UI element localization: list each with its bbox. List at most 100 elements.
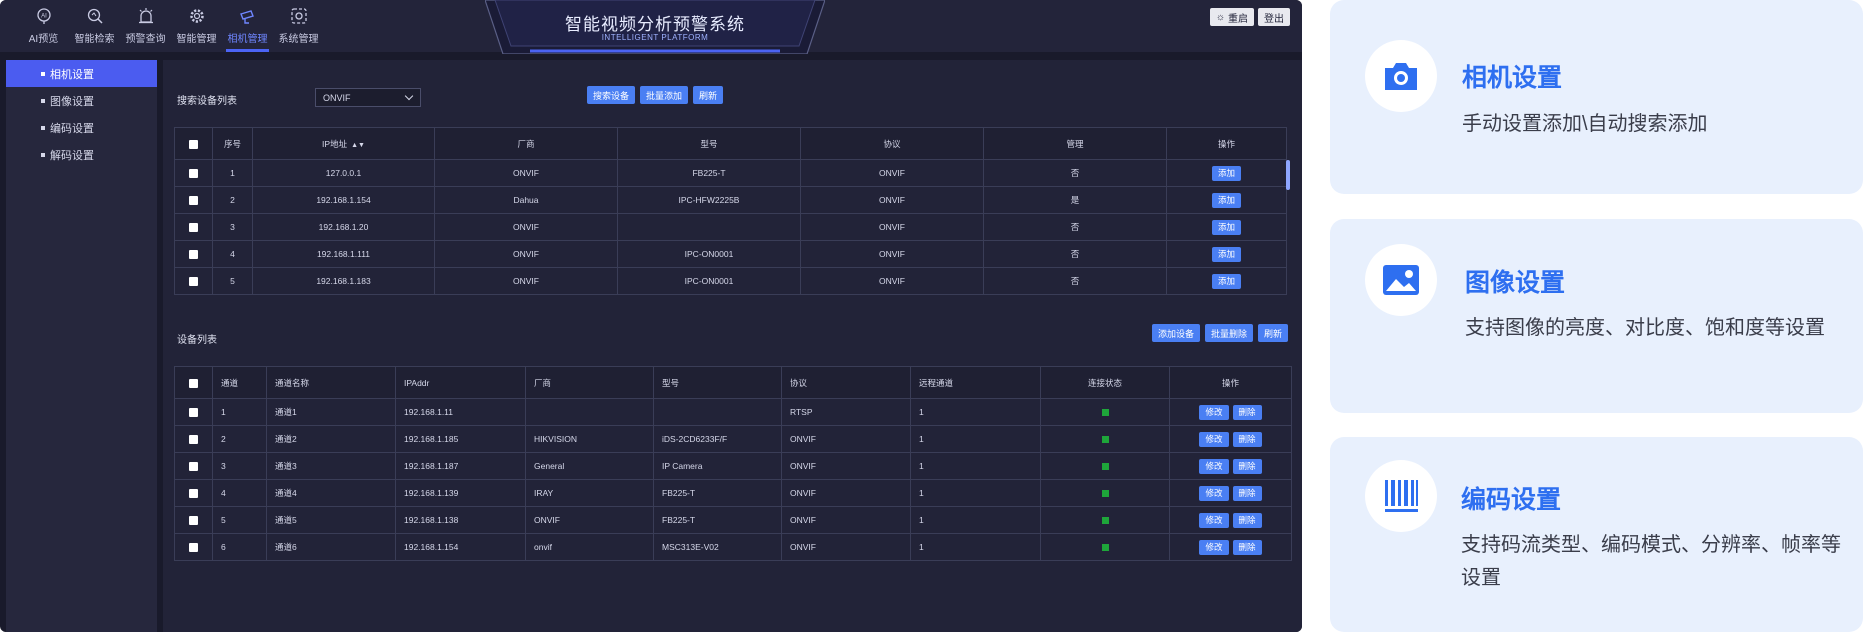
card-description: 手动设置添加\自动搜索添加 (1462, 113, 1708, 135)
cell-actions: 修改 删除 (1169, 452, 1292, 480)
row-checkbox[interactable] (189, 543, 198, 553)
cell-remote-channel: 1 (910, 398, 1041, 426)
cell-vendor: ONVIF (434, 240, 618, 268)
row-select-cell (174, 452, 213, 480)
nav-smart-search[interactable]: 智能检索 (69, 6, 120, 50)
row-checkbox[interactable] (189, 462, 198, 472)
row-select-cell (174, 506, 213, 534)
sort-icon[interactable]: ▲▼ (351, 142, 365, 149)
delete-button[interactable]: 删除 (1232, 458, 1262, 474)
cell-ip: 192.168.1.11 (395, 398, 526, 426)
add-button[interactable]: 添加 (1211, 192, 1241, 208)
column-header: 连接状态 (1040, 366, 1170, 399)
table-row: 6 通道6 192.168.1.154 onvif MSC313E-V02 ON… (174, 533, 1292, 561)
delete-button[interactable]: 删除 (1232, 539, 1262, 555)
cell-ip: 192.168.1.154 (395, 533, 526, 561)
select-all-cell (174, 366, 213, 399)
cell-model: FB225-T (653, 506, 782, 534)
edit-button[interactable]: 修改 (1199, 431, 1229, 447)
connection-status-indicator (1101, 490, 1109, 498)
row-checkbox[interactable] (189, 489, 198, 499)
add-button[interactable]: 添加 (1211, 219, 1241, 235)
cell-status (1040, 506, 1170, 534)
camera-icon (238, 6, 258, 26)
column-header: 厂商 (525, 366, 654, 399)
cell-model: FB225-T (617, 159, 801, 187)
column-header: 协议 (781, 366, 911, 399)
cell-vendor: HIKVISION (525, 425, 654, 453)
batch-delete-button[interactable]: 批量删除 (1204, 324, 1253, 342)
sidebar-item-label: 图像设置 (50, 95, 94, 108)
row-checkbox[interactable] (189, 435, 198, 445)
cell-vendor: ONVIF (434, 213, 618, 241)
nav-camera-manage[interactable]: 相机管理 (222, 6, 273, 52)
column-header: 通道 (212, 366, 267, 399)
column-header: 管理 (983, 127, 1167, 160)
add-button[interactable]: 添加 (1211, 246, 1241, 262)
delete-button[interactable]: 删除 (1232, 485, 1262, 501)
row-select-cell (174, 267, 213, 295)
table-scrollbar[interactable] (1286, 160, 1290, 190)
nav-smart-manage[interactable]: 智能管理 (171, 6, 222, 50)
search-toolbar: 搜索设备 批量添加 刷新 (586, 86, 723, 104)
search-devices-button[interactable]: 搜索设备 (586, 86, 635, 104)
nav-label: 预警查询 (125, 34, 166, 45)
nav-system-manage[interactable]: 系统管理 (273, 6, 324, 50)
edit-button[interactable]: 修改 (1199, 404, 1229, 420)
cell-model: FB225-T (653, 479, 782, 507)
sidebar-item-camera-settings[interactable]: 相机设置 (6, 60, 157, 87)
add-button[interactable]: 添加 (1211, 273, 1241, 289)
edit-button[interactable]: 修改 (1199, 539, 1229, 555)
row-checkbox[interactable] (189, 408, 198, 418)
feature-card-camera: 相机设置 手动设置添加\自动搜索添加 (1330, 0, 1863, 194)
nav-alarm-query[interactable]: 预警查询 (120, 6, 171, 50)
refresh-device-button[interactable]: 刷新 (1257, 324, 1288, 342)
row-checkbox[interactable] (189, 169, 198, 179)
delete-button[interactable]: 删除 (1232, 431, 1262, 447)
refresh-search-button[interactable]: 刷新 (692, 86, 723, 104)
add-button[interactable]: 添加 (1211, 165, 1241, 181)
sidebar-item-decode-settings[interactable]: 解码设置 (6, 141, 157, 168)
column-header: 操作 (1169, 366, 1292, 399)
cell-channel-name: 通道2 (266, 425, 396, 453)
cell-index: 5 (212, 267, 253, 295)
cell-actions: 修改 删除 (1169, 533, 1292, 561)
nav-label: 智能检索 (74, 34, 115, 45)
column-header: 型号 (617, 127, 801, 160)
edit-button[interactable]: 修改 (1199, 458, 1229, 474)
protocol-select-value: ONVIF (323, 92, 351, 103)
cell-actions: 修改 删除 (1169, 398, 1292, 426)
logout-button[interactable]: 登出 (1258, 8, 1290, 26)
batch-add-button[interactable]: 批量添加 (639, 86, 688, 104)
row-checkbox[interactable] (189, 516, 198, 526)
cell-ip: 192.168.1.139 (395, 479, 526, 507)
column-header: 远程通道 (910, 366, 1041, 399)
row-checkbox[interactable] (189, 223, 198, 233)
cell-vendor: General (525, 452, 654, 480)
cell-vendor: onvif (525, 533, 654, 561)
row-checkbox[interactable] (189, 277, 198, 287)
restart-button[interactable]: ☼ 重启 (1209, 8, 1254, 26)
column-header-ip[interactable]: IP地址 ▲▼ (252, 127, 435, 160)
sidebar-item-image-settings[interactable]: 图像设置 (6, 87, 157, 114)
row-checkbox[interactable] (189, 196, 198, 206)
row-checkbox[interactable] (189, 250, 198, 260)
select-all-checkbox[interactable] (189, 378, 198, 388)
delete-button[interactable]: 删除 (1232, 512, 1262, 528)
cell-ip: 192.168.1.185 (395, 425, 526, 453)
edit-button[interactable]: 修改 (1199, 485, 1229, 501)
cell-actions: 修改 删除 (1169, 506, 1292, 534)
select-all-checkbox[interactable] (189, 139, 198, 149)
protocol-select[interactable]: ONVIF (315, 88, 421, 107)
nav-ai-preview[interactable]: AI AI预览 (18, 6, 69, 50)
add-device-button[interactable]: 添加设备 (1151, 324, 1200, 342)
cell-remote-channel: 1 (910, 479, 1041, 507)
cell-vendor: IRAY (525, 479, 654, 507)
cell-vendor: ONVIF (525, 506, 654, 534)
column-header: 通道名称 (266, 366, 396, 399)
page-subtitle: INTELLIGENT PLATFORM (601, 33, 709, 42)
column-header: 厂商 (434, 127, 618, 160)
sidebar-item-encode-settings[interactable]: 编码设置 (6, 114, 157, 141)
delete-button[interactable]: 删除 (1232, 404, 1262, 420)
edit-button[interactable]: 修改 (1199, 512, 1229, 528)
